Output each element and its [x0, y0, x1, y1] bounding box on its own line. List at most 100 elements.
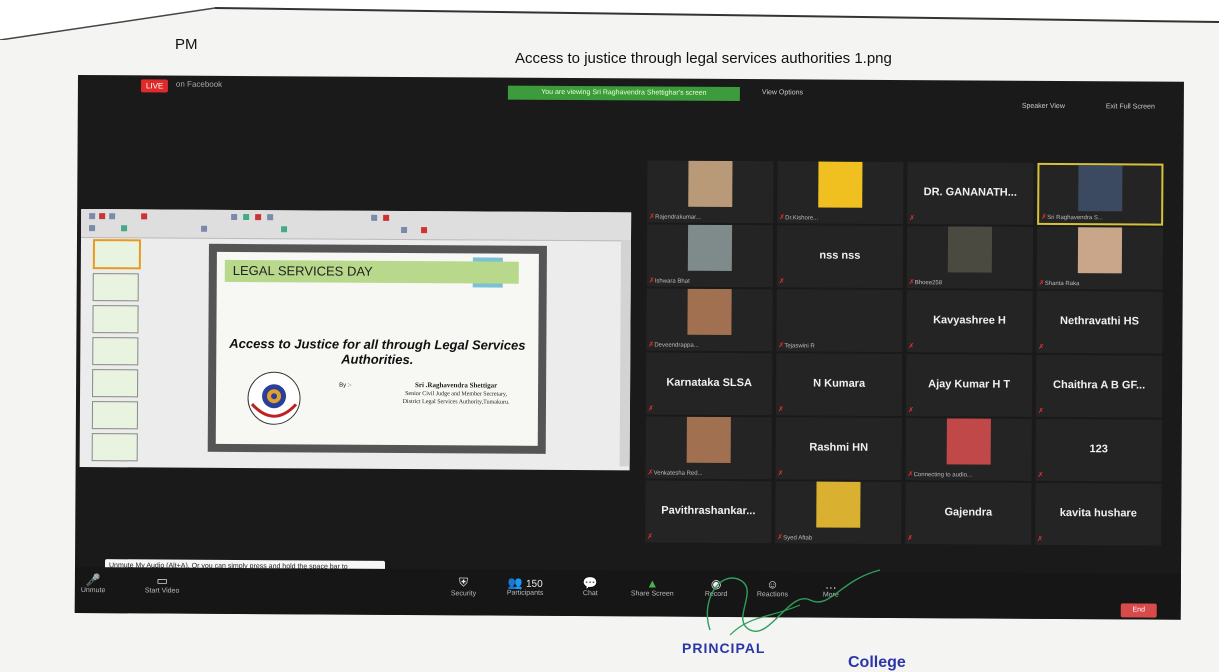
participant-video [816, 481, 861, 528]
muted-mic-icon: ✗ [647, 533, 654, 541]
chat-label: Chat [582, 590, 598, 598]
slide-thumbnail[interactable] [92, 305, 139, 334]
document-title: Access to justice through legal services… [515, 50, 892, 67]
slide-heading: LEGAL SERVICES DAY [224, 259, 519, 284]
participant-tile[interactable]: Ajay Kumar H T ✗ [905, 354, 1033, 417]
muted-mic-icon: ✗ [647, 405, 654, 413]
security-button[interactable]: ⛨ Security [451, 575, 476, 597]
participants-button[interactable]: 👥 150 Participants [507, 576, 544, 597]
participant-tile[interactable]: Pavithrashankar... ✗ [645, 480, 772, 544]
muted-mic-icon: ✗ [909, 215, 916, 223]
view-options-button[interactable]: View Options [762, 89, 803, 96]
chat-button[interactable]: 💬 Chat [583, 576, 598, 597]
participant-video [1077, 227, 1123, 274]
participant-name: Pavithrashankar... [661, 504, 756, 518]
participant-name: 123 [1089, 443, 1108, 456]
participants-label: Participants [506, 589, 544, 597]
live-badge[interactable]: LIVE [140, 79, 169, 93]
muted-mic-icon: ✗ [777, 406, 784, 414]
participant-name: nss nss [819, 249, 861, 262]
participant-tile[interactable]: kavita hushare ✗ [1035, 482, 1162, 546]
by-label: By :- [339, 382, 352, 389]
participant-tile[interactable]: Karnataka SLSA ✗ [645, 352, 773, 416]
participant-name: DR. GANANATH... [923, 186, 1017, 199]
participant-video [947, 226, 993, 273]
participant-tile[interactable]: 123 ✗ [1035, 418, 1162, 482]
slide: LEGAL SERVICES DAY Access to Justice for… [215, 251, 539, 446]
speaker-view-button[interactable]: Speaker View [1022, 103, 1065, 110]
muted-mic-icon: ✗ [907, 407, 914, 415]
signature [706, 569, 881, 636]
muted-mic-icon: ✗ [908, 343, 915, 351]
principal-stamp: PRINCIPAL [682, 640, 766, 656]
scan-fold-edge [0, 0, 1219, 40]
exit-full-screen-button[interactable]: Exit Full Screen [1106, 103, 1155, 110]
people-icon: 👥 150 [507, 575, 543, 590]
presentation-toolbar[interactable] [81, 209, 632, 242]
zoom-top-bar: LIVE on Facebook You are viewing Sri Rag… [78, 75, 1184, 111]
participant-tile[interactable]: ✗ Ishwara Bhat [646, 224, 774, 288]
participant-tile[interactable]: DR. GANANATH... ✗ [907, 162, 1034, 225]
presenter-org: District Legal Services Authority,Tumaku… [402, 398, 510, 406]
participant-tile[interactable]: ✗ Syed Aftab [775, 481, 902, 545]
live-target[interactable]: on Facebook [176, 80, 222, 89]
meeting-toolbar: 🎤 Unmute ▭ Start Video ⛨ Security 👥 150 Part… [74, 566, 1181, 620]
slide-thumbnail[interactable] [92, 273, 139, 302]
presentation-scrollbar[interactable] [619, 240, 632, 467]
unmute-button[interactable]: 🎤 Unmute [81, 573, 106, 594]
participant-tile[interactable]: Gajendra ✗ [905, 482, 1032, 545]
participant-video [818, 161, 863, 208]
end-meeting-button[interactable]: End [1120, 603, 1157, 618]
slide-thumbnail[interactable] [92, 337, 139, 366]
participant-tile[interactable]: Chaithra A B GF... ✗ [1035, 354, 1163, 418]
start-video-button[interactable]: ▭ Start Video [145, 573, 180, 594]
participant-video [686, 416, 731, 463]
participant-tile[interactable]: Rashmi HN ✗ [775, 417, 902, 481]
participant-caption: Dr.Kishore... [785, 215, 819, 222]
participant-name: N Kumara [813, 377, 866, 390]
slide-thumbnail[interactable] [91, 401, 139, 430]
participant-tile[interactable]: ✗ Tejaswini R [776, 289, 903, 353]
muted-mic-icon: ✗ [778, 278, 785, 286]
participant-name: Nethravathi HS [1060, 315, 1139, 328]
participant-tile[interactable]: ✗ Venkatesha Red... [645, 416, 772, 480]
mic-muted-icon: 🎤 [85, 573, 101, 588]
participant-tile[interactable]: nss nss ✗ [776, 225, 904, 289]
participant-name: Chaithra A B GF... [1053, 378, 1146, 392]
participant-tile[interactable]: Kavyashree H ✗ [906, 290, 1033, 353]
muted-mic-icon: ✗ [777, 470, 784, 478]
participant-tile[interactable]: ✗ Bhoee258 [906, 226, 1034, 289]
participant-caption: Connecting to audio... [913, 472, 972, 479]
participant-tile[interactable]: ✗ Shanta Raka [1036, 226, 1164, 290]
participant-caption: Ishwara Bhat [654, 278, 690, 285]
slide-thumbnails [86, 239, 143, 463]
participant-video [1078, 165, 1123, 212]
participant-caption: Venkatesha Red... [653, 470, 703, 477]
participant-name: Kavyashree H [933, 314, 1006, 327]
slide-thumbnail[interactable] [92, 239, 141, 270]
participant-tile[interactable]: ✗ Dr.Kishore... [777, 161, 904, 225]
zoom-window: LIVE on Facebook You are viewing Sri Rag… [74, 75, 1184, 620]
presenter-block: Sri .Raghavendra Shettigar Senior Civil … [376, 381, 536, 407]
participants-count: 150 [525, 578, 543, 590]
slide-main-text: Access to Justice for all through Legal … [229, 335, 526, 368]
slide-thumbnail[interactable] [91, 433, 138, 462]
shared-screen: LEGAL SERVICES DAY Access to Justice for… [79, 209, 632, 471]
slide-frame: LEGAL SERVICES DAY Access to Justice for… [207, 243, 547, 454]
participant-tile[interactable]: ✗ Rajendrakumar... [647, 160, 774, 224]
muted-mic-icon: ✗ [1038, 343, 1045, 351]
participant-name: Gajendra [944, 506, 993, 519]
participant-tile[interactable]: ✗ Sri Raghavendra S... [1037, 162, 1164, 226]
participant-caption: Bhoee258 [914, 280, 943, 287]
participant-tile[interactable]: ✗ Deveendrappa... [646, 288, 773, 352]
slide-thumbnail[interactable] [92, 369, 139, 398]
unmute-label: Unmute [80, 587, 106, 595]
participant-caption: Shanta Raka [1044, 280, 1080, 288]
participant-video [688, 160, 733, 207]
participant-tile[interactable]: Nethravathi HS ✗ [1036, 290, 1163, 354]
participant-tile[interactable]: ✗ Connecting to audio... [905, 418, 1032, 481]
chat-icon: 💬 [582, 576, 598, 591]
participant-name: Karnataka SLSA [666, 376, 752, 390]
security-label: Security [450, 590, 477, 598]
participant-tile[interactable]: N Kumara ✗ [775, 353, 903, 417]
